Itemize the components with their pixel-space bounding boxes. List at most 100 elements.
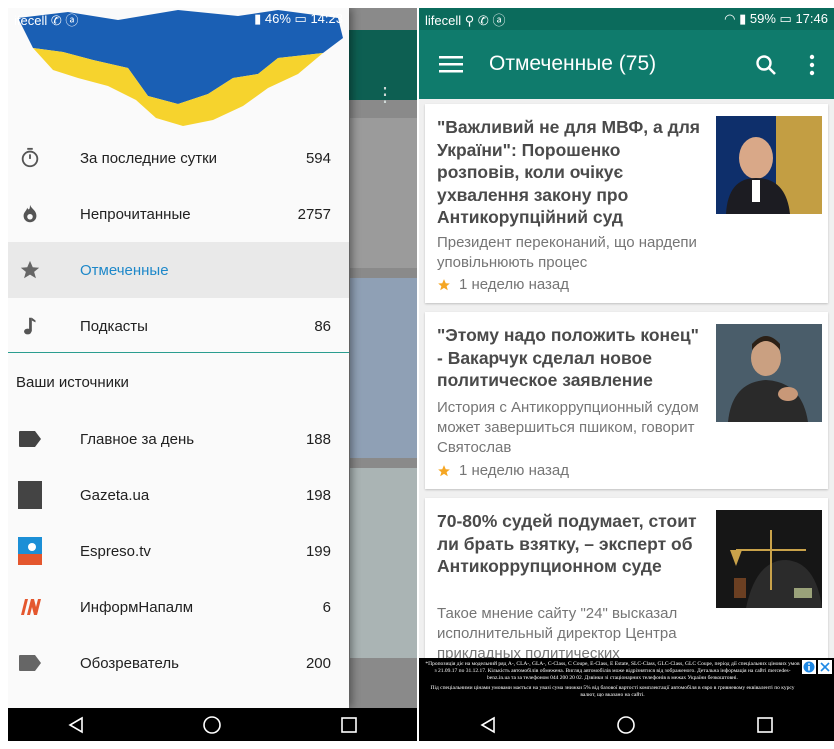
star-icon[interactable] <box>437 278 451 292</box>
source-item-obozrevatel[interactable]: Обозреватель 200 <box>8 635 349 691</box>
status-bar: lifecell ⚲ ✆ ⓐ ◠ ▮ 59% ▭ 17:46 <box>419 8 834 30</box>
page-title: Отмеченные (75) <box>489 52 657 75</box>
source-item-main[interactable]: Главное за день 188 <box>8 411 349 467</box>
article-thumbnail <box>716 116 822 214</box>
music-note-icon <box>18 314 42 338</box>
battery-icon: ▭ <box>294 11 307 26</box>
article-thumbnail <box>716 510 822 608</box>
article-title: 70-80% судей подумает, стоит ли брать вз… <box>437 511 697 576</box>
source-count: 199 <box>305 542 331 560</box>
nav-item-label: Подкасты <box>80 317 148 335</box>
source-label: ИнформНапалм <box>80 598 194 616</box>
recents-nav-icon[interactable] <box>756 716 774 734</box>
system-nav-bar <box>419 708 834 741</box>
source-item-informnapalm[interactable]: ИнформНапалм 6 <box>8 579 349 635</box>
app-icon: ⓐ <box>492 12 506 28</box>
article-thumbnail <box>716 324 822 422</box>
ad-banner[interactable]: *Пропозиція діє на модельний ряд A-, CLA… <box>419 658 834 708</box>
nav-item-last-day[interactable]: За последние сутки 594 <box>8 130 349 186</box>
nav-item-label: Отмеченные <box>80 261 169 279</box>
app-toolbar: Отмеченные (75) <box>419 30 834 99</box>
source-label: Espreso.tv <box>80 542 151 560</box>
star-icon <box>18 258 42 282</box>
article-summary: Президент переконаний, що нардепи уповіл… <box>437 234 697 271</box>
source-label: Обозреватель <box>80 654 179 672</box>
ad-badge <box>802 660 832 674</box>
call-icon: ✆ <box>477 12 489 28</box>
article-card[interactable]: "Важливий не для МВФ, а для України": По… <box>425 104 828 303</box>
source-item-espreso[interactable]: Espreso.tv 199 <box>8 523 349 579</box>
nav-item-podcasts[interactable]: Подкасты 86 <box>8 298 349 354</box>
article-meta: 1 неделю назад <box>437 462 569 479</box>
nav-item-count: 86 <box>314 317 331 335</box>
search-icon[interactable] <box>755 54 777 76</box>
overflow-menu-icon: ⋮ <box>375 84 395 106</box>
flame-icon <box>18 202 42 226</box>
article-time: 1 неделю назад <box>459 462 570 479</box>
source-label: Главное за день <box>80 430 195 448</box>
wifi-icon: ◠ <box>724 11 736 26</box>
source-count: 198 <box>305 486 331 504</box>
article-summary: Такое мнение сайту "24" высказал исполни… <box>437 605 678 662</box>
usb-icon: ⚲ <box>464 12 475 28</box>
battery-label: 46% <box>264 11 291 26</box>
espreso-logo <box>18 537 42 565</box>
back-nav-icon[interactable] <box>67 716 85 734</box>
sources-heading: Ваши источники <box>16 374 129 391</box>
nav-item-label: Непрочитанные <box>80 205 191 223</box>
clock: 17:46 <box>795 11 828 26</box>
signal-icon: ▮ <box>739 11 747 26</box>
article-title: "Этому надо положить конец" - Вакарчук с… <box>437 325 699 390</box>
carrier-label: lifecell <box>425 12 462 28</box>
nav-item-count: 594 <box>305 149 331 167</box>
drawer-header: ifecell ✆ ⓐ ▮ 46% ▭ 14:23 <box>8 8 349 128</box>
hamburger-menu-icon[interactable] <box>439 54 463 74</box>
article-title: "Важливий не для МВФ, а для України": По… <box>437 117 701 227</box>
nav-item-starred[interactable]: Отмеченные <box>8 242 349 298</box>
system-nav-bar <box>8 708 417 741</box>
app-icon: ⓐ <box>65 12 79 28</box>
tag-icon <box>18 651 42 675</box>
clock: 14:23 <box>310 11 343 26</box>
nav-item-count: 2757 <box>297 205 331 223</box>
timer-icon <box>18 146 42 170</box>
signal-icon: ▮ <box>254 11 262 26</box>
article-summary: История с Антикоррупционный судом может … <box>437 399 699 456</box>
status-bar: ifecell ✆ ⓐ ▮ 46% ▭ 14:23 <box>8 8 349 30</box>
article-time: 1 неделю назад <box>459 276 570 293</box>
ad-text: *Пропозиція діє на модельний ряд A-, CLA… <box>425 661 800 681</box>
source-count: 188 <box>305 430 331 448</box>
ad-info-icon[interactable] <box>802 660 816 674</box>
back-nav-icon[interactable] <box>479 716 497 734</box>
carrier-label: ifecell <box>14 12 48 28</box>
battery-label: 59% <box>749 11 776 26</box>
background-card <box>350 278 417 458</box>
star-icon[interactable] <box>437 464 451 478</box>
article-meta: 1 неделю назад <box>437 276 569 293</box>
navigation-drawer: ifecell ✆ ⓐ ▮ 46% ▭ 14:23 За последние с… <box>8 8 349 708</box>
gazeta-logo <box>18 481 42 509</box>
article-card[interactable]: 70-80% судей подумает, стоит ли брать вз… <box>425 498 828 662</box>
right-screen: lifecell ⚲ ✆ ⓐ ◠ ▮ 59% ▭ 17:46 Отмеченны… <box>419 8 834 741</box>
home-nav-icon[interactable] <box>202 715 222 735</box>
source-label: Gazeta.ua <box>80 486 150 504</box>
informnapalm-logo <box>18 595 42 619</box>
source-item-gazeta[interactable]: Gazeta.ua 198 <box>8 467 349 523</box>
article-card[interactable]: "Этому надо положить конец" - Вакарчук с… <box>425 312 828 489</box>
section-divider <box>8 352 349 353</box>
ad-text: Під спеціальними цінами умовами мається … <box>430 685 795 698</box>
source-count: 200 <box>305 654 331 672</box>
nav-item-unread[interactable]: Непрочитанные 2757 <box>8 186 349 242</box>
recents-nav-icon[interactable] <box>340 716 358 734</box>
call-icon: ✆ <box>50 12 62 28</box>
home-nav-icon[interactable] <box>616 715 636 735</box>
background-card <box>350 468 417 658</box>
background-card <box>350 118 417 268</box>
left-screen: ⋮ ifecell ✆ ⓐ ▮ 46% ▭ 14:23 За последние… <box>8 8 417 741</box>
battery-charging-icon: ▭ <box>779 11 792 26</box>
tag-icon <box>18 427 42 451</box>
overflow-menu-icon[interactable] <box>809 54 815 76</box>
nav-item-label: За последние сутки <box>80 149 218 167</box>
ad-close-icon[interactable] <box>818 660 832 674</box>
source-count: 6 <box>322 598 331 616</box>
